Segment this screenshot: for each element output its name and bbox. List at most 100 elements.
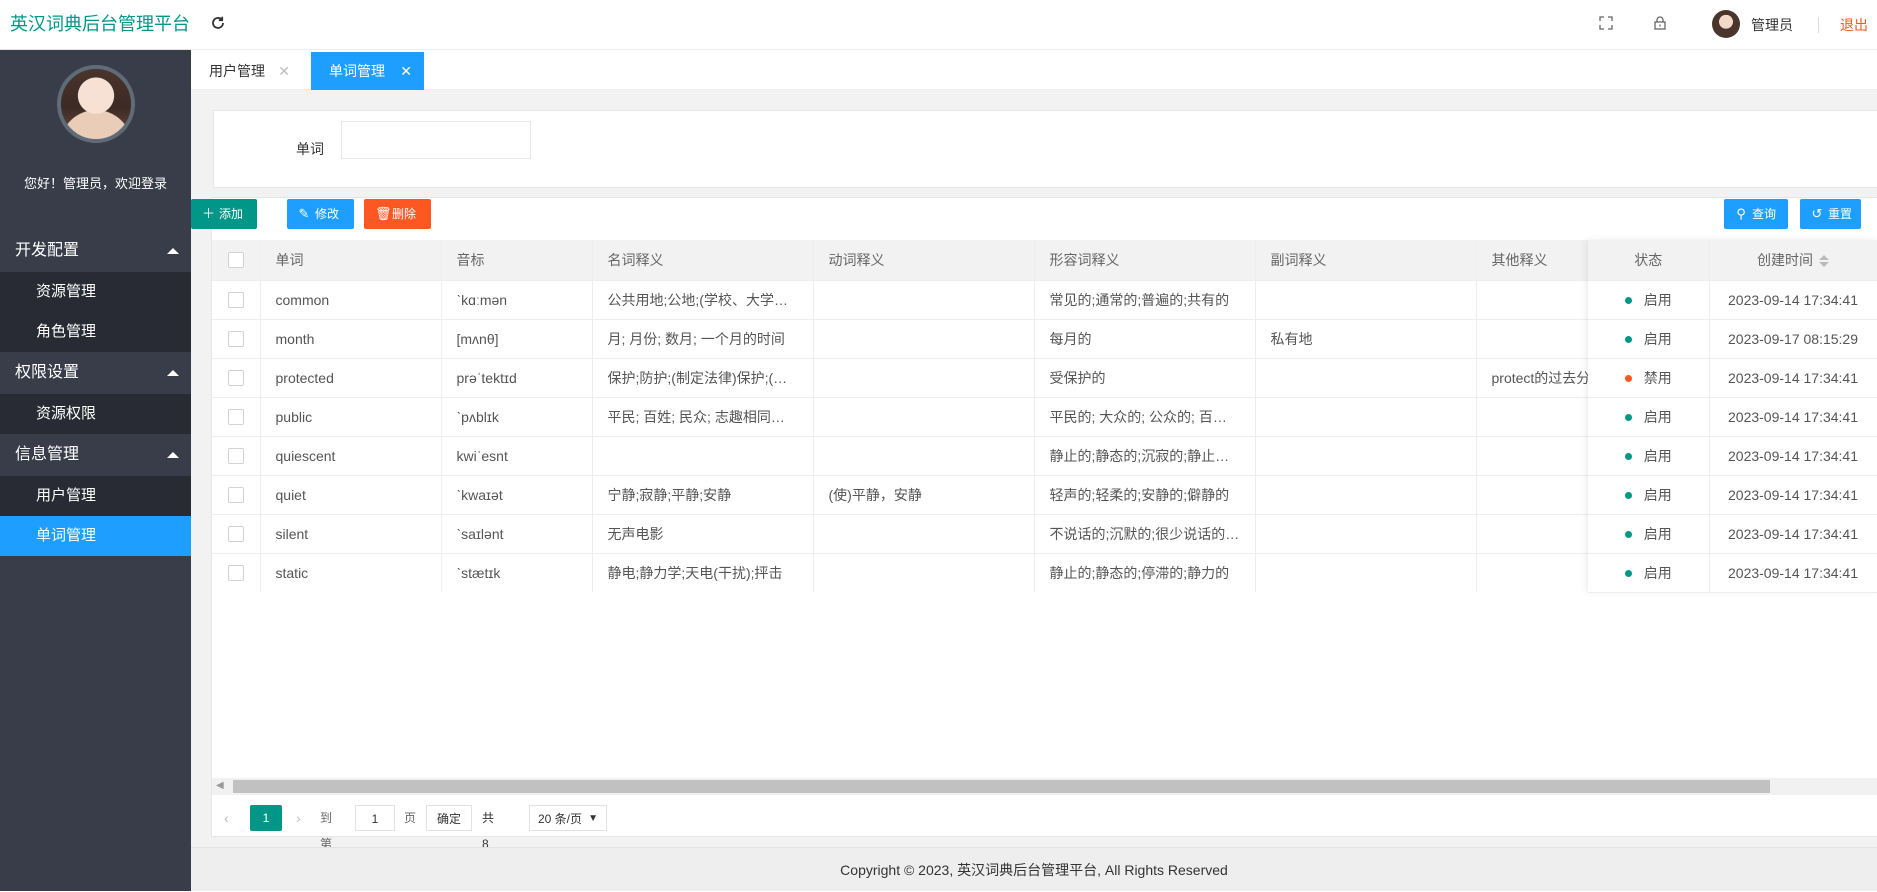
cell-adj: 常见的;通常的;普遍的;共有的 — [1034, 280, 1256, 320]
logout-link[interactable]: 退出 — [1840, 15, 1868, 35]
row-checkbox[interactable] — [227, 292, 244, 309]
cell-created-time: 2023-09-14 17:34:41 — [1709, 553, 1877, 593]
cell-phonetic: [mʌnθ] — [441, 319, 593, 359]
user-name[interactable]: 管理员 — [1751, 15, 1793, 35]
reset-button[interactable]: ↺ 重置 — [1800, 199, 1861, 229]
cell-adv — [1255, 475, 1477, 515]
cell-created-time: 2023-09-14 17:34:41 — [1709, 514, 1877, 554]
goto-page-input[interactable]: 1 — [355, 805, 395, 831]
column-header-noun: 名词释义 — [592, 240, 814, 281]
menu-group-dev-config[interactable]: 开发配置 — [0, 230, 191, 272]
table-row[interactable]: 启用 2023-09-14 17:34:41 — [1588, 397, 1877, 437]
profile-avatar — [56, 65, 135, 143]
profile-panel: 您好！管理员，欢迎登录 — [0, 65, 191, 230]
status-text: 禁用 — [1643, 369, 1672, 386]
status-dot-icon — [1624, 492, 1632, 500]
select-all-checkbox[interactable] — [227, 252, 244, 269]
scroll-left-icon[interactable]: ◀ — [216, 780, 224, 791]
page-size-select[interactable]: 20 条/页 ▼ — [529, 805, 607, 831]
edit-button[interactable]: ✎ 修改 — [287, 199, 354, 229]
fullscreen-icon[interactable] — [1598, 15, 1614, 31]
sidebar-item-resource-management[interactable]: 资源管理 — [0, 272, 191, 312]
table-row[interactable]: 启用 2023-09-14 17:34:41 — [1588, 280, 1877, 320]
query-button-label: 查询 — [1752, 207, 1777, 221]
cell-noun: 静电;静力学;天电(干扰);抨击 — [592, 553, 814, 592]
row-checkbox[interactable] — [227, 409, 244, 426]
add-button[interactable]: ＋添加 — [191, 199, 257, 229]
cell-word: protected — [260, 358, 442, 398]
horizontal-scrollbar[interactable]: ◀ — [212, 778, 1877, 795]
table-row[interactable]: 启用 2023-09-14 17:34:41 — [1588, 514, 1877, 554]
column-header-created[interactable]: 创建时间 — [1709, 240, 1877, 281]
sort-icon[interactable] — [1819, 255, 1829, 268]
cell-adj: 每月的 — [1034, 319, 1256, 359]
row-checkbox[interactable] — [227, 448, 244, 465]
cell-verb — [813, 319, 1035, 359]
table-row[interactable]: 启用 2023-09-17 08:15:29 — [1588, 319, 1877, 359]
search-form: 单词 — [213, 110, 1877, 188]
cell-verb: (使)平静，安静 — [813, 475, 1035, 515]
refresh-icon[interactable] — [209, 14, 227, 32]
cell-adj: 受保护的 — [1034, 358, 1256, 398]
row-checkbox-cell — [212, 319, 261, 359]
column-header-verb: 动词释义 — [813, 240, 1035, 281]
word-search-input[interactable] — [341, 121, 531, 159]
sidebar-item-word-management[interactable]: 单词管理 — [0, 516, 191, 556]
table-row[interactable]: 启用 2023-09-14 17:34:41 — [1588, 553, 1877, 593]
cell-noun: 宁静;寂静;平静;安静 — [592, 475, 814, 515]
cell-adj: 静止的;静态的;沉寂的;静止不动的 — [1034, 436, 1256, 476]
goto-confirm-button[interactable]: 确定 — [426, 805, 472, 831]
app-logo-title: 英汉词典后台管理平台 — [0, 0, 191, 50]
submenu-dev-config: 资源管理 角色管理 — [0, 272, 191, 352]
table-row[interactable]: 启用 2023-09-14 17:34:41 — [1588, 436, 1877, 476]
menu-group-info[interactable]: 信息管理 — [0, 434, 191, 476]
sidebar-item-resource-permission[interactable]: 资源权限 — [0, 394, 191, 434]
row-checkbox[interactable] — [227, 487, 244, 504]
scrollbar-thumb[interactable] — [233, 780, 1770, 793]
search-icon: ⚲ — [1736, 206, 1746, 221]
chevron-down-icon: ▼ — [588, 813, 598, 824]
status-text: 启用 — [1643, 291, 1672, 308]
sidebar-item-user-management[interactable]: 用户管理 — [0, 476, 191, 516]
cell-status: 启用 — [1588, 280, 1710, 320]
cell-noun: 无声电影 — [592, 514, 814, 554]
lock-icon[interactable] — [1652, 15, 1668, 31]
status-text: 启用 — [1643, 408, 1672, 425]
cell-created-time: 2023-09-14 17:34:41 — [1709, 397, 1877, 437]
cell-verb — [813, 280, 1035, 320]
row-checkbox[interactable] — [227, 565, 244, 582]
tab-word-management[interactable]: 单词管理 ✕ — [311, 52, 424, 90]
welcome-text: 您好！管理员，欢迎登录 — [23, 176, 167, 191]
table-header-row: 状态 创建时间 — [1588, 240, 1877, 281]
cell-verb — [813, 436, 1035, 476]
prev-page-icon[interactable]: ‹ — [224, 805, 229, 831]
status-dot-icon — [1624, 531, 1632, 539]
delete-button[interactable]: 🗑删除 — [364, 199, 431, 229]
cell-word: static — [260, 553, 442, 592]
header-divider — [1818, 17, 1819, 33]
row-checkbox-cell — [212, 436, 261, 476]
caret-up-icon — [167, 248, 179, 254]
page-number-current[interactable]: 1 — [250, 805, 282, 831]
query-button[interactable]: ⚲ 查询 — [1724, 199, 1788, 229]
cell-noun: 公共用地;公地;(学校、大学的)公共食堂 — [592, 280, 814, 320]
close-icon[interactable]: ✕ — [278, 52, 290, 90]
user-avatar[interactable] — [1712, 10, 1740, 38]
row-checkbox[interactable] — [227, 331, 244, 348]
menu-group-permission[interactable]: 权限设置 — [0, 352, 191, 394]
table-row[interactable]: 禁用 2023-09-14 17:34:41 — [1588, 358, 1877, 398]
delete-button-label: 删除 — [392, 207, 417, 221]
table-row[interactable]: 启用 2023-09-14 17:34:41 — [1588, 475, 1877, 515]
row-checkbox[interactable] — [227, 526, 244, 543]
cell-status: 禁用 — [1588, 358, 1710, 398]
cell-verb — [813, 514, 1035, 554]
cell-created-time: 2023-09-17 08:15:29 — [1709, 319, 1877, 359]
tab-user-management[interactable]: 用户管理 ✕ — [191, 52, 302, 90]
next-page-icon[interactable]: › — [296, 805, 301, 831]
row-checkbox[interactable] — [227, 370, 244, 387]
row-checkbox-cell — [212, 358, 261, 398]
sidebar-item-role-management[interactable]: 角色管理 — [0, 312, 191, 352]
goto-label: 到第 — [320, 811, 333, 851]
tab-bar: 用户管理 ✕ 单词管理 ✕ — [191, 50, 1877, 90]
close-icon[interactable]: ✕ — [400, 52, 412, 90]
